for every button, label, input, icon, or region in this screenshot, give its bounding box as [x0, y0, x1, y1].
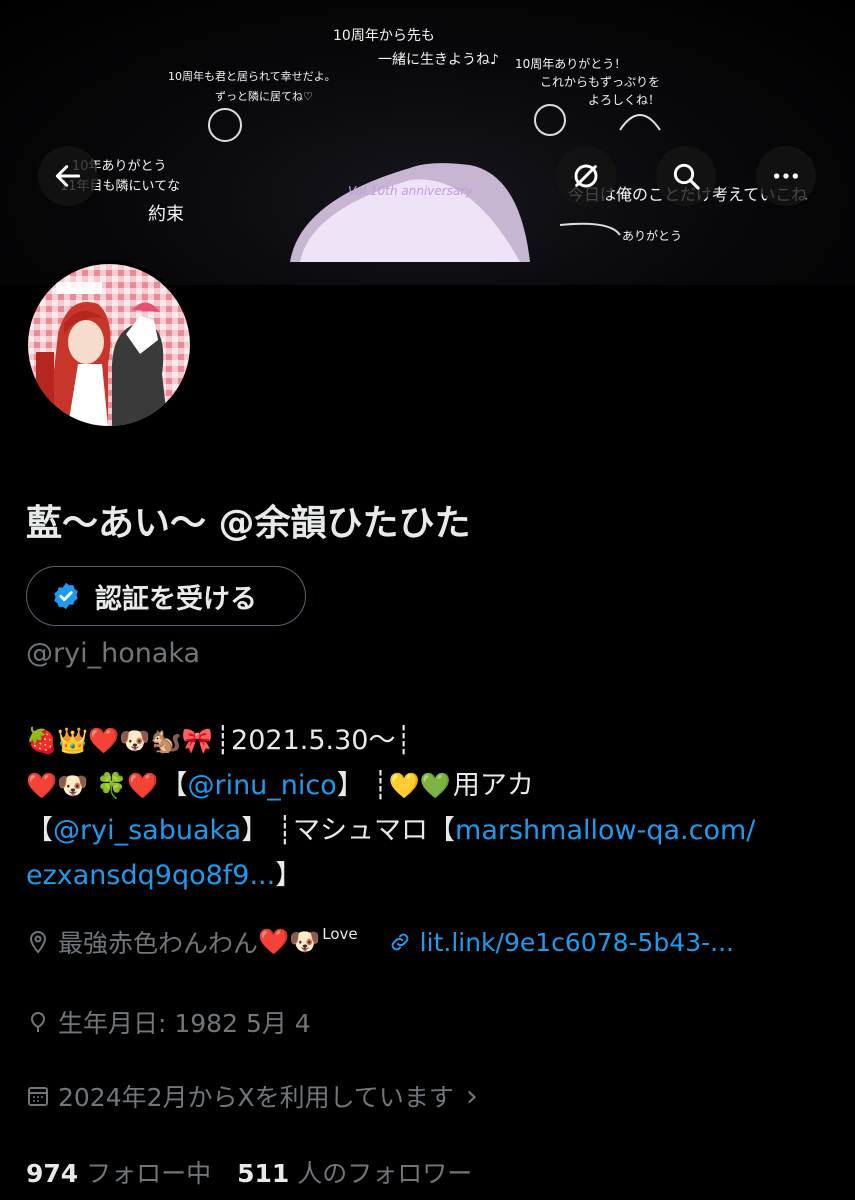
banner-msg-1: 10周年から先も — [333, 28, 435, 44]
location-emojis: ❤️🐶 — [258, 927, 321, 956]
joined-row[interactable]: 2024年2月からXを利用しています › — [26, 1078, 478, 1114]
bio-line-3: 【 @ryi_sabuaka 】 ┊マシュマロ【 marshmallow-qa.… — [26, 808, 836, 853]
profile-banner[interactable]: 10周年から先も 一緒に生きようね♪ 10周年も君と居られて幸せだよ。 ずっと隣… — [0, 0, 855, 285]
banner-msg-10: 約束 — [148, 204, 184, 225]
search-button[interactable] — [656, 146, 716, 206]
get-verified-label: 認証を受ける — [95, 583, 257, 615]
link-icon — [391, 933, 409, 951]
followers-link[interactable]: 511 人のフォロワー — [237, 1159, 472, 1188]
bio: 🍓👑❤️🐶🐿️🎀 ┊2021.5.30〜┊ ❤️🐶 🍀❤️ 【 @rinu_ni… — [26, 718, 836, 898]
birthday-icon — [30, 1011, 46, 1032]
banner-msg-3: 10周年も君と居られて幸せだよ。 — [168, 69, 336, 83]
chevron-right-icon: › — [465, 1078, 478, 1114]
bio-emojis-3: 💛💚 — [388, 771, 451, 800]
marshmallow-link[interactable]: marshmallow-qa.com/ — [455, 808, 755, 853]
stage-shape — [290, 163, 530, 262]
more-button[interactable] — [756, 146, 816, 206]
location-text: 最強赤色わんわん — [58, 929, 259, 958]
bio-date: ┊2021.5.30〜┊ — [214, 725, 412, 756]
banner-msg-5: 10周年ありがとう！ — [515, 56, 626, 71]
banner-anniv: Vol.10th anniversary — [348, 184, 473, 198]
banner-msg-4: ずっと隣に居てね♡ — [215, 89, 313, 103]
banner-msg-2: 一緒に生きようね♪ — [378, 52, 499, 68]
marshmallow-link-cont[interactable]: ezxansdq9qo8f9... — [26, 853, 275, 898]
bio-emojis-1: 🍓👑❤️🐶🐿️🎀 — [26, 726, 213, 755]
bio-text: 用アカ — [452, 770, 534, 801]
calendar-icon — [28, 1087, 48, 1106]
bio-line-2: ❤️🐶 🍀❤️ 【 @rinu_nico 】 ┊ 💛💚 用アカ — [26, 763, 836, 808]
birthday-text: 生年月日: 1982 5月 4 — [58, 1009, 311, 1038]
banner-msg-12: ありがとう — [622, 228, 682, 243]
no-translate-icon — [574, 164, 598, 188]
location-icon — [29, 930, 47, 954]
display-name: 藍〜あい〜 @余韻ひたひた — [26, 503, 471, 544]
bio-text: 】 ┊マシュマロ【 — [241, 815, 456, 846]
followers-label: 人のフォロワー — [297, 1159, 473, 1188]
mention-rinu-nico[interactable]: @rinu_nico — [187, 763, 336, 808]
mention-ryi-sabuaka[interactable]: @ryi_sabuaka — [53, 808, 241, 853]
follow-stats: 974 フォロー中 511 人のフォロワー — [26, 1154, 472, 1190]
bio-bracket: 【 — [160, 770, 188, 801]
bio-line-1: 🍓👑❤️🐶🐿️🎀 ┊2021.5.30〜┊ — [26, 718, 836, 763]
user-handle: @ryi_honaka — [26, 638, 201, 669]
bio-emojis-2: ❤️🐶 🍀❤️ — [26, 771, 159, 800]
search-icon — [673, 163, 700, 190]
more-icon — [774, 173, 798, 179]
back-button[interactable] — [38, 146, 98, 206]
bio-line-4: ezxansdq9qo8f9... 】 — [26, 853, 836, 898]
bio-bracket: 】 ┊ — [336, 770, 389, 801]
verified-badge-icon — [54, 582, 78, 610]
location-love: Love — [322, 925, 358, 943]
following-label: フォロー中 — [86, 1159, 212, 1188]
location-row: 最強赤色わんわん ❤️🐶 Love lit.link/9e1c6078-5b43… — [26, 924, 734, 960]
get-verified-button[interactable]: 認証を受ける — [26, 566, 306, 626]
back-arrow-icon — [55, 165, 81, 187]
following-count: 974 — [26, 1159, 79, 1188]
avatar[interactable] — [24, 260, 194, 430]
bio-bracket: 【 — [26, 815, 53, 846]
banner-artwork: 10周年から先も 一緒に生きようね♪ 10周年も君と居られて幸せだよ。 ずっと隣… — [60, 28, 807, 262]
following-link[interactable]: 974 フォロー中 — [26, 1159, 219, 1188]
followers-count: 511 — [237, 1159, 290, 1188]
website-link[interactable]: lit.link/9e1c6078-5b43-... — [420, 928, 734, 957]
banner-msg-7: よろしくね！ — [588, 93, 660, 107]
banner-msg-6: これからもずっぷりを — [540, 75, 660, 89]
birthday-row: 生年月日: 1982 5月 4 — [26, 1004, 311, 1040]
translate-button[interactable] — [556, 146, 616, 206]
bio-bracket: 】 — [275, 860, 303, 891]
joined-text: 2024年2月からXを利用しています — [58, 1083, 454, 1112]
avatar-image — [28, 264, 190, 426]
